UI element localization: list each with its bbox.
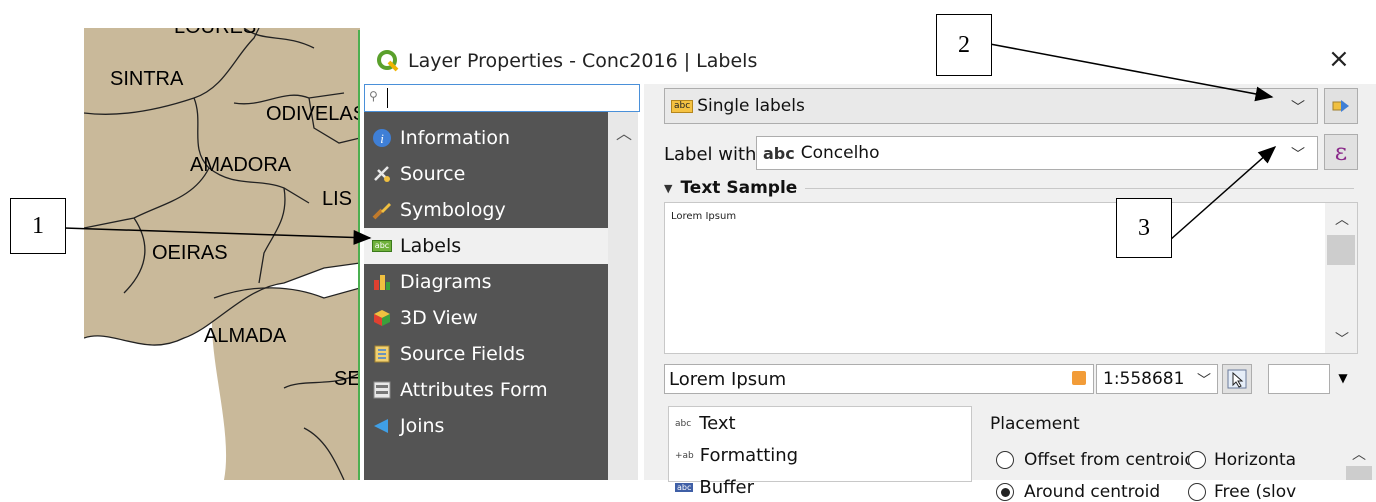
tab-buffer[interactable]: abc Buffer (675, 477, 754, 498)
callout-3: 3 (1116, 198, 1172, 258)
radio-circle-checked (996, 483, 1014, 501)
buffer-tab-icon: abc (675, 483, 694, 492)
radio-circle (1188, 483, 1206, 501)
radio-around-centroid[interactable]: Around centroid (996, 482, 1160, 502)
callout-2: 2 (936, 14, 992, 76)
tab-label: Buffer (699, 477, 755, 498)
radio-label: Around centroid (1024, 482, 1161, 502)
callout-1: 1 (10, 198, 66, 254)
radio-label: Free (slov (1214, 482, 1297, 502)
radio-free[interactable]: Free (slov (1188, 482, 1342, 502)
